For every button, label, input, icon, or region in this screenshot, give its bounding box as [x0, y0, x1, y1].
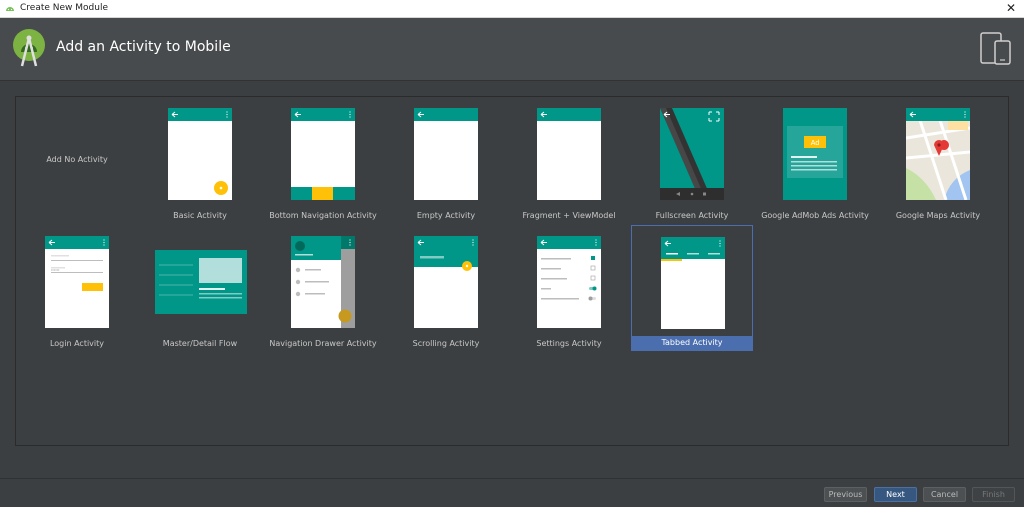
wizard-footer: Previous Next Cancel Finish	[0, 478, 1024, 507]
finish-button[interactable]: Finish	[972, 487, 1015, 502]
activity-tile-settings[interactable]: Settings Activity	[508, 225, 630, 351]
fullscreen-activity-preview-icon	[660, 108, 724, 200]
activity-label: Navigation Drawer Activity	[269, 339, 377, 348]
basic-activity-preview-icon	[168, 108, 232, 200]
activity-tile-basic[interactable]: Basic Activity	[139, 97, 261, 223]
activity-tile-no-activity[interactable]: Add No Activity	[16, 97, 138, 223]
cancel-button[interactable]: Cancel	[923, 487, 966, 502]
activity-label: Fragment + ViewModel	[522, 211, 616, 220]
ad-badge-text: Ad	[811, 140, 820, 147]
wizard-header: Add an Activity to Mobile	[0, 18, 1024, 81]
settings-activity-preview-icon	[537, 236, 601, 328]
activity-label: Empty Activity	[416, 211, 476, 220]
activity-label: Settings Activity	[536, 339, 602, 348]
activity-tile-tabbed[interactable]: Tabbed Activity	[631, 225, 753, 351]
next-button[interactable]: Next	[874, 487, 917, 502]
tabbed-activity-preview-icon	[661, 237, 725, 329]
page-title: Add an Activity to Mobile	[56, 39, 231, 55]
close-icon[interactable]: ✕	[1006, 1, 1016, 15]
login-activity-preview-icon: ••••••	[45, 236, 109, 328]
activity-tile-login[interactable]: •••••• Login Activity	[16, 225, 138, 351]
activity-label: Scrolling Activity	[412, 339, 480, 348]
empty-activity-preview-icon	[414, 108, 478, 200]
fragment-viewmodel-preview-icon	[537, 108, 601, 200]
master-detail-preview-icon	[155, 250, 247, 314]
activity-label: Login Activity	[49, 339, 105, 348]
activity-tile-fragment-viewmodel[interactable]: Fragment + ViewModel	[508, 97, 630, 223]
navigation-drawer-preview-icon	[291, 236, 355, 328]
activity-label: Tabbed Activity	[632, 336, 752, 350]
activity-tile-google-maps[interactable]: Google Maps Activity	[877, 97, 999, 223]
activity-label: Google Maps Activity	[895, 211, 981, 220]
activity-tile-empty[interactable]: Empty Activity	[385, 97, 507, 223]
android-studio-logo-icon	[13, 29, 45, 67]
activity-tile-master-detail[interactable]: Master/Detail Flow	[139, 225, 261, 351]
activity-label: Fullscreen Activity	[655, 211, 729, 220]
activity-tile-bottom-navigation[interactable]: Bottom Navigation Activity	[262, 97, 384, 223]
svg-text:••••••: ••••••	[51, 267, 60, 272]
activity-gallery: Add No Activity Basic Activity Bottom Na…	[15, 96, 1009, 446]
admob-activity-preview-icon: Ad	[783, 108, 847, 200]
scrolling-activity-preview-icon	[414, 236, 478, 328]
activity-tile-navigation-drawer[interactable]: Navigation Drawer Activity	[262, 225, 384, 351]
activity-label: Google AdMob Ads Activity	[761, 211, 869, 220]
activity-label: Add No Activity	[46, 155, 108, 164]
activity-tile-scrolling[interactable]: Scrolling Activity	[385, 225, 507, 351]
window-titlebar: Create New Module ✕	[0, 0, 1024, 18]
window-title: Create New Module	[20, 3, 108, 13]
activity-label: Master/Detail Flow	[162, 339, 238, 348]
phone-tablet-icon	[980, 32, 1011, 65]
google-maps-preview-icon	[906, 108, 970, 200]
android-icon	[6, 7, 14, 11]
activity-tile-admob[interactable]: Ad Google AdMob Ads Activity	[754, 97, 876, 223]
activity-label: Bottom Navigation Activity	[269, 211, 377, 220]
previous-button[interactable]: Previous	[824, 487, 867, 502]
activity-label: Basic Activity	[173, 211, 227, 220]
activity-tile-fullscreen[interactable]: Fullscreen Activity	[631, 97, 753, 223]
bottom-navigation-preview-icon	[291, 108, 355, 200]
